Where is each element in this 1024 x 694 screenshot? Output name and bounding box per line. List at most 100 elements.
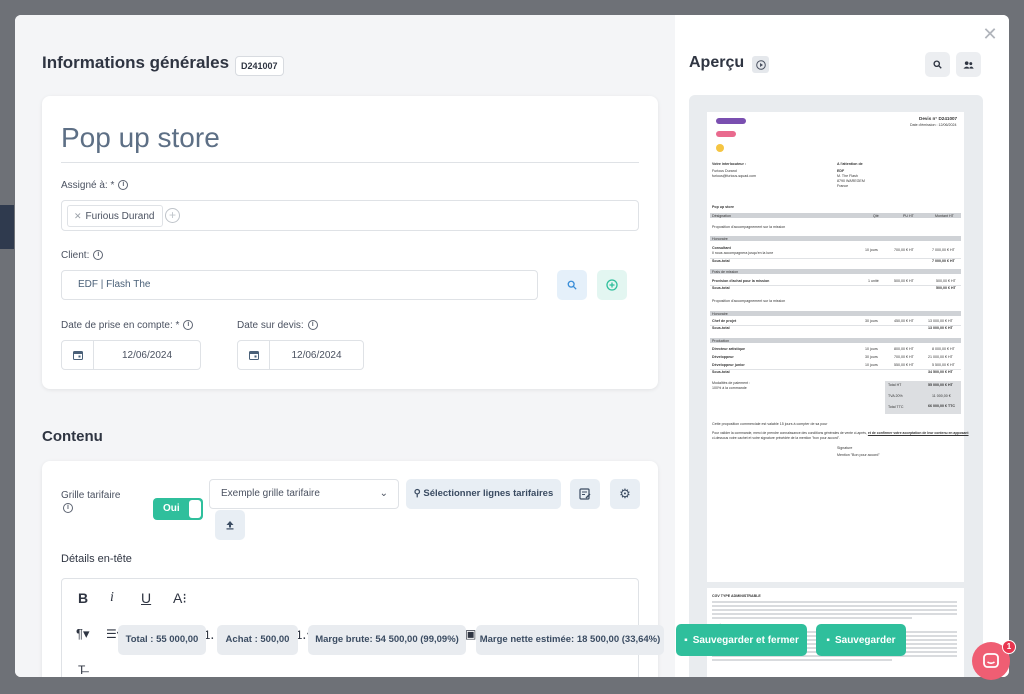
text-line — [712, 605, 957, 607]
doc-col-pu: PU HT — [903, 213, 914, 218]
doc-row-name: Directeur artistique — [712, 347, 745, 351]
grille-toggle[interactable]: Oui — [153, 498, 203, 520]
save-label: Sauvegarder — [834, 634, 896, 646]
doc-devis-no: Devis n° D241007 — [919, 116, 958, 121]
document-page-1: Devis n° D241007 Date d'émission : 12/06… — [707, 112, 969, 582]
content-section-title: Contenu — [42, 428, 103, 445]
total-chip: Total : 55 000,00 — [118, 625, 206, 655]
doc-col-amount: Montant HT — [935, 213, 954, 218]
doc-row-qty: 30 jours — [865, 319, 878, 323]
font-size-icon[interactable]: A⁝ — [173, 587, 187, 609]
save-close-button[interactable]: ▪ Sauvegarder et fermer — [676, 624, 807, 656]
upload-icon — [226, 521, 234, 530]
marge-nette-chip: Marge nette estimée: 18 500,00 (33,64%) — [476, 625, 664, 655]
doc-row-qty: 10 jours — [865, 347, 878, 351]
doc-date: Date d'émission : 12/06/2024 — [910, 123, 957, 127]
info-icon: i — [183, 320, 194, 331]
marge-brute-chip: Marge brute: 54 500,00 (99,09%) — [308, 625, 466, 655]
add-assignee-icon[interactable]: + — [165, 208, 180, 223]
doc-row-amount: 500,00 € HT — [936, 279, 956, 283]
details-header-label: Détails en-tête — [61, 553, 132, 565]
date-taken-label: Date de prise en compte: * i — [61, 320, 194, 331]
doc-payment-value: 100% à la commande — [712, 386, 747, 390]
settings-button[interactable]: ⚙ — [610, 479, 640, 509]
logo-dot-yellow — [716, 144, 724, 152]
doc-section-bar — [710, 338, 961, 343]
doc-row-name: Développeur junior — [712, 363, 745, 367]
calendar-icon — [238, 341, 270, 369]
doc-row-name: Chef de projet — [712, 319, 737, 323]
info-icon: i — [307, 320, 318, 331]
assignee-field[interactable]: ✕ Furious Durand + — [61, 200, 639, 231]
doc-subtotal-label: Sous-total — [712, 370, 730, 374]
doc-row-amount: 5 500,00 € HT — [932, 363, 955, 367]
doc-client-city: 8790 WAREGEM — [837, 179, 865, 183]
plus-circle-icon — [606, 279, 618, 291]
date-quote-field[interactable]: 12/06/2024 — [237, 340, 364, 370]
doc-bon-pour-accord: Mention "Bon pour accord" — [837, 453, 880, 457]
preview-title: Aperçu — [689, 54, 745, 71]
doc-tva-label: TVA 20% — [888, 394, 903, 398]
grille-select[interactable]: Exemple grille tarifaire ⌄ — [209, 479, 399, 509]
doc-client-person: M. The Flash — [837, 174, 858, 178]
chat-badge: 1 — [1002, 640, 1016, 654]
doc-row-pu: 450,00 € HT — [894, 319, 914, 323]
edit-list-button[interactable] — [570, 479, 600, 509]
remove-assignee-icon[interactable]: ✕ — [74, 211, 82, 221]
client-input[interactable]: EDF | Flash The — [61, 270, 538, 300]
doc-total-ttc: 66 000,00 € TTC — [928, 404, 955, 408]
doc-row-pu: 800,00 € HT — [894, 347, 914, 351]
info-icon: i — [93, 250, 104, 261]
doc-subtotal: 500,00 € HT — [936, 286, 956, 290]
date-quote-label: Date sur devis: i — [237, 320, 318, 331]
upload-button[interactable] — [215, 510, 245, 540]
doc-client-country: France — [837, 184, 849, 188]
italic-icon[interactable]: i — [110, 587, 114, 609]
doc-row-name: Développeur — [712, 355, 734, 359]
search-icon — [567, 280, 577, 290]
doc-row-pu: 700,00 € HT — [894, 248, 914, 252]
doc-row-amount: 8 000,00 € HT — [932, 347, 955, 351]
doc-section: Production — [712, 338, 730, 343]
image-icon[interactable]: ▣ — [465, 623, 476, 645]
select-lines-button[interactable]: ⚲ Sélectionner lignes tarifaires — [406, 479, 561, 509]
save-icon: ▪ — [826, 634, 830, 646]
doc-contact-label: Votre interlocuteur : — [712, 162, 747, 166]
grille-label: Grille tarifaire — [61, 490, 121, 501]
text-line — [712, 609, 957, 611]
save-close-label: Sauvegarder et fermer — [692, 634, 799, 646]
date-taken-value: 12/06/2024 — [121, 349, 173, 361]
doc-validate-text2: ci-dessous votre cachet et votre signatu… — [712, 436, 840, 440]
doc-project: Pop up store — [712, 205, 734, 209]
play-icon[interactable] — [752, 56, 769, 73]
doc-payment-label: Modalités de paiement : — [712, 381, 751, 385]
clear-format-icon[interactable]: T̶ — [78, 659, 85, 677]
doc-row-amount: 13 000,00 € HT — [928, 319, 953, 323]
paragraph-icon[interactable]: ¶▾ — [76, 623, 90, 645]
doc-subtotal: 34 500,00 € HT — [928, 370, 953, 374]
search-icon — [933, 60, 942, 69]
save-button[interactable]: ▪ Sauvegarder — [816, 624, 906, 656]
doc-total-ht: 55 000,00 € HT — [928, 383, 953, 387]
doc-table-header — [710, 213, 961, 218]
name-underline — [61, 162, 639, 163]
project-name-input[interactable]: Pop up store — [61, 122, 220, 154]
text-line — [712, 659, 892, 661]
doc-row-pu: 500,00 € HT — [894, 279, 914, 283]
doc-row-amount: 21 000,00 € HT — [928, 355, 953, 359]
gear-icon: ⚙ — [619, 486, 631, 501]
doc-subtotal: 7 000,00 € HT — [932, 259, 955, 263]
general-info-title: Informations générales — [42, 53, 230, 72]
info-icon: i — [63, 503, 73, 513]
bold-icon[interactable]: B — [78, 587, 88, 609]
add-client-button[interactable] — [597, 270, 627, 300]
close-icon[interactable]: ✕ — [981, 25, 999, 43]
date-taken-field[interactable]: 12/06/2024 — [61, 340, 201, 370]
zoom-button[interactable] — [925, 52, 950, 77]
doc-contact-email: furious@furious-squad.com — [712, 174, 756, 178]
doc-section-bar — [710, 236, 961, 241]
document-preview[interactable]: Devis n° D241007 Date d'émission : 12/06… — [689, 95, 983, 677]
users-button[interactable] — [956, 52, 981, 77]
underline-icon[interactable]: U — [141, 587, 151, 609]
search-client-button[interactable] — [557, 270, 587, 300]
